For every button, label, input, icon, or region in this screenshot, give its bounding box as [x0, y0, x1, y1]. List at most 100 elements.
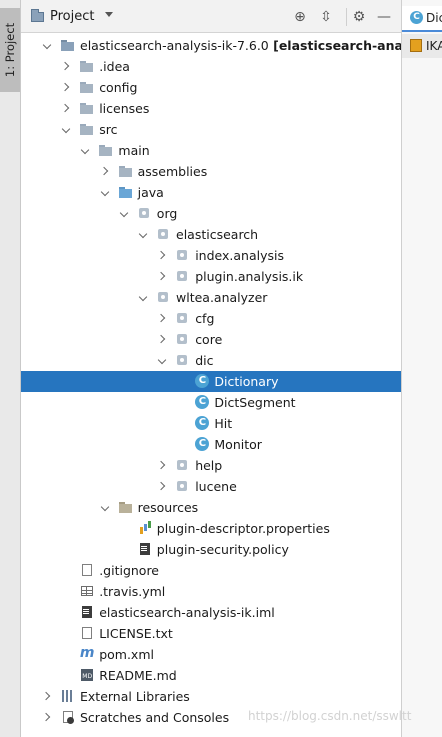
- tree-row-dictsegment[interactable]: C DictSegment: [21, 392, 401, 413]
- chevron-down-icon[interactable]: [139, 229, 149, 239]
- tree-row-help[interactable]: help: [21, 455, 401, 476]
- chevron-right-icon[interactable]: [158, 334, 168, 344]
- tree-row-external-libraries[interactable]: External Libraries: [21, 686, 401, 707]
- tree-row-java[interactable]: java: [21, 182, 401, 203]
- tree-row-core[interactable]: core: [21, 329, 401, 350]
- folder-icon: [79, 59, 95, 73]
- tree-item-label: org: [156, 206, 178, 221]
- tree-row-idea[interactable]: .idea: [21, 56, 401, 77]
- chevron-down-icon[interactable]: [158, 355, 168, 365]
- chevron-down-icon[interactable]: [62, 124, 72, 134]
- xml-file-icon: [410, 39, 422, 52]
- folder-icon: [79, 101, 95, 115]
- tree-row-dictionary[interactable]: C Dictionary: [21, 371, 401, 392]
- locate-target-icon[interactable]: ⊕: [292, 9, 308, 25]
- chevron-right-icon[interactable]: [43, 691, 53, 701]
- tree-row-gitignore[interactable]: .gitignore: [21, 560, 401, 581]
- tree-row-license-txt[interactable]: LICENSE.txt: [21, 623, 401, 644]
- tree-row-org[interactable]: org: [21, 203, 401, 224]
- chevron-down-icon[interactable]: [43, 40, 53, 50]
- tree-row-plugin-descriptor-properties[interactable]: plugin-descriptor.properties: [21, 518, 401, 539]
- text-file-icon: [79, 626, 95, 640]
- tree-item-label: wltea.analyzer: [176, 290, 268, 305]
- editor-tab-label: IKAnalyzer.cfg.xml: [426, 39, 442, 53]
- scratches-icon: [60, 710, 76, 724]
- tree-row-resources[interactable]: resources: [21, 497, 401, 518]
- chevron-right-icon[interactable]: [158, 481, 168, 491]
- chevron-right-icon[interactable]: [62, 103, 72, 113]
- package-icon: [175, 353, 191, 367]
- chevron-right-icon[interactable]: [158, 313, 168, 323]
- tree-row-monitor[interactable]: C Monitor: [21, 434, 401, 455]
- project-view-selector[interactable]: Project: [50, 9, 94, 24]
- tree-row-main[interactable]: main: [21, 140, 401, 161]
- gear-icon[interactable]: ⚙: [351, 9, 367, 25]
- package-icon: [175, 311, 191, 325]
- tree-item-label: Monitor: [214, 437, 262, 452]
- tree-row-cfg[interactable]: cfg: [21, 308, 401, 329]
- tree-row-readme-md[interactable]: README.md: [21, 665, 401, 686]
- tree-row-hit[interactable]: C Hit: [21, 413, 401, 434]
- chevron-down-icon[interactable]: [81, 145, 91, 155]
- chevron-right-icon[interactable]: [62, 61, 72, 71]
- source-folder-icon: [118, 185, 134, 199]
- chevron-down-icon[interactable]: [139, 292, 149, 302]
- tree-item-label: licenses: [99, 101, 150, 116]
- class-icon: C: [195, 416, 210, 430]
- hide-panel-icon[interactable]: —: [376, 9, 392, 25]
- package-icon: [175, 269, 191, 283]
- chevron-right-icon[interactable]: [158, 460, 168, 470]
- tree-row-pom-xml[interactable]: m pom.xml: [21, 644, 401, 665]
- maven-icon: m: [79, 645, 95, 661]
- project-panel-header: Project ⊕ ⇳ ⚙ —: [21, 0, 401, 33]
- class-icon: C: [195, 374, 210, 388]
- tree-row-elasticsearch-analysis-ik-iml[interactable]: elasticsearch-analysis-ik.iml: [21, 602, 401, 623]
- editor-tab-ikanalyzer[interactable]: IKAnalyzer.cfg.xml: [402, 34, 442, 58]
- chevron-down-icon[interactable]: [101, 187, 111, 197]
- project-tool-tab[interactable]: 1: Project: [0, 8, 20, 92]
- tree-item-label: plugin-security.policy: [156, 542, 289, 557]
- project-folder-icon: [31, 9, 44, 22]
- folder-icon: [98, 143, 114, 157]
- editor-tab-label: Dictionary.java: [426, 11, 442, 25]
- tree-row-src[interactable]: src: [21, 119, 401, 140]
- tree-item-label: lucene: [195, 479, 237, 494]
- folder-icon: [79, 80, 95, 94]
- tree-row-travis-yml[interactable]: .travis.yml: [21, 581, 401, 602]
- tree-item-label: index.analysis: [195, 248, 284, 263]
- chevron-down-icon[interactable]: [120, 208, 130, 218]
- tree-row-lucene[interactable]: lucene: [21, 476, 401, 497]
- tree-row-assemblies[interactable]: assemblies: [21, 161, 401, 182]
- collapse-all-icon[interactable]: ⇳: [318, 9, 334, 25]
- tree-item-label: .gitignore: [99, 563, 160, 578]
- tool-window-strip: 1: Project: [0, 0, 21, 737]
- package-icon: [156, 227, 172, 241]
- tree-row-licenses[interactable]: licenses: [21, 98, 401, 119]
- chevron-right-icon[interactable]: [158, 250, 168, 260]
- tree-row-config[interactable]: config: [21, 77, 401, 98]
- chevron-down-icon[interactable]: [101, 502, 111, 512]
- tree-item-label: .idea: [99, 59, 130, 74]
- tree-row-plugin-security-policy[interactable]: plugin-security.policy: [21, 539, 401, 560]
- tree-item-label: DictSegment: [214, 395, 296, 410]
- tree-item-label: pom.xml: [99, 647, 154, 662]
- chevron-right-icon[interactable]: [62, 82, 72, 92]
- chevron-right-icon[interactable]: [158, 271, 168, 281]
- tree-row-elasticsearch-analysis-ik-7-6-0[interactable]: elasticsearch-analysis-ik-7.6.0 [elastic…: [21, 35, 442, 56]
- tree-row-dic[interactable]: dic: [21, 350, 401, 371]
- editor-tab-dictionary[interactable]: C Dictionary.java: [402, 6, 442, 32]
- tree-item-label: java: [137, 185, 164, 200]
- tree-row-index-analysis[interactable]: index.analysis: [21, 245, 401, 266]
- tree-item-label: assemblies: [137, 164, 208, 179]
- tree-row-wltea-analyzer[interactable]: wltea.analyzer: [21, 287, 401, 308]
- chevron-right-icon[interactable]: [43, 712, 53, 722]
- package-icon: [137, 206, 153, 220]
- package-icon: [175, 458, 191, 472]
- class-icon: C: [195, 395, 210, 409]
- chevron-right-icon[interactable]: [101, 166, 111, 176]
- tree-row-plugin-analysis-ik[interactable]: plugin.analysis.ik: [21, 266, 401, 287]
- tree-item-label: plugin.analysis.ik: [195, 269, 304, 284]
- policy-file-icon: [137, 542, 153, 556]
- tree-row-elasticsearch[interactable]: elasticsearch: [21, 224, 401, 245]
- chevron-down-icon[interactable]: [105, 12, 113, 17]
